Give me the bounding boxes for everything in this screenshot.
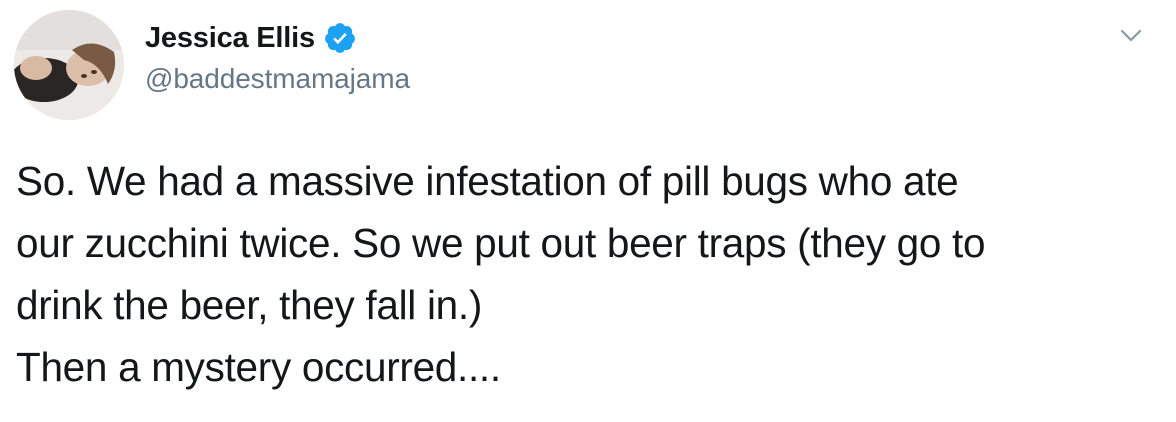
tweet-text-line: So. We had a massive infestation of pill… <box>16 158 959 204</box>
tweet-text: So. We had a massive infestation of pill… <box>16 150 1166 398</box>
tweet-card: Jessica Ellis @baddestmamajama So. We ha… <box>0 0 1176 422</box>
tweet-text-line: Then a mystery occurred.... <box>16 344 501 390</box>
tweet-text-line: our zucchini twice. So we put out beer t… <box>16 220 986 266</box>
author-name-row: Jessica Ellis <box>145 16 357 60</box>
profile-photo <box>14 10 124 120</box>
avatar[interactable] <box>14 10 124 120</box>
display-name[interactable]: Jessica Ellis <box>145 22 315 55</box>
tweet-text-line: drink the beer, they fall in.) <box>16 282 483 328</box>
chevron-down-icon[interactable] <box>1114 18 1148 52</box>
author-handle[interactable]: @baddestmamajama <box>145 63 410 95</box>
verified-badge-icon <box>323 21 357 55</box>
